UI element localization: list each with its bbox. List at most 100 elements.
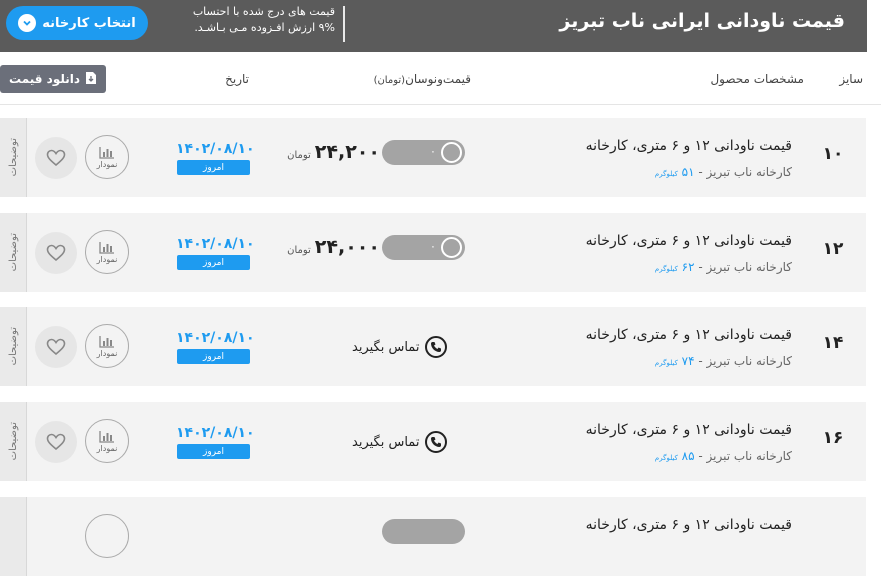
weight-unit: کیلوگرم	[654, 359, 678, 367]
description-tab-label: توضیحات	[7, 138, 19, 177]
table-row: توضیحات نمودار ۱۴۰۲/۰۸/۱۰ امروز ۲۴,۲۰۰ ت…	[0, 118, 866, 197]
price-chart-label: نمودار	[96, 443, 118, 453]
phone-icon	[425, 431, 448, 453]
column-header-date: تاریخ	[225, 72, 249, 86]
header-divider	[343, 6, 345, 42]
column-header-price-unit: (تومان)	[373, 75, 406, 86]
price-change-indicator: ۰	[382, 235, 465, 260]
favorite-button[interactable]	[35, 326, 77, 368]
product-weight: ۶۲	[681, 260, 695, 274]
favorite-button[interactable]	[35, 421, 77, 463]
row-size: ۱۴	[822, 333, 844, 353]
description-tab-label: توضیحات	[7, 327, 19, 366]
vat-note-line-1: قیمت های درج شده با احتساب	[192, 5, 335, 18]
page-title: قیمت ناودانی ایرانی ناب تبریز	[559, 10, 845, 32]
factory-name: کارخانه ناب تبریز -	[694, 354, 792, 368]
row-price: ۲۴,۲۰۰ تومان	[287, 141, 380, 163]
product-subtitle: کارخانه ناب تبریز - ۶۲ کیلوگرم	[655, 260, 792, 274]
download-price-button[interactable]: دانلود قیمت	[0, 65, 106, 93]
price-chart-label: نمودار	[96, 348, 118, 358]
table-row: توضیحات نمودار ۱۴۰۲/۰۸/۱۰ امروز ۲۴,۰۰۰ ت…	[0, 213, 866, 292]
bar-chart-icon	[99, 335, 114, 348]
call-for-price-label: تماس بگیرید	[352, 434, 420, 450]
row-date: ۱۴۰۲/۰۸/۱۰	[176, 425, 255, 441]
table-row: توضیحات نمودار ۱۴۰۲/۰۸/۱۰ امروز تماس بگی…	[0, 402, 866, 481]
price-chart-button[interactable]: نمودار	[85, 324, 129, 368]
column-header-size: سایز	[839, 72, 863, 86]
download-price-label: دانلود قیمت	[8, 72, 81, 86]
change-knob	[441, 142, 462, 163]
today-badge: امروز	[177, 160, 250, 175]
row-date: ۱۴۰۲/۰۸/۱۰	[176, 330, 255, 346]
call-for-price[interactable]: تماس بگیرید	[352, 336, 448, 358]
header-divider-line	[0, 104, 881, 105]
description-tab-label: توضیحات	[7, 233, 19, 272]
description-tab-label-wrap: توضیحات	[0, 402, 26, 481]
weight-unit: کیلوگرم	[654, 454, 678, 462]
row-date: ۱۴۰۲/۰۸/۱۰	[176, 236, 255, 252]
column-header-price-label: قیمت‌ونوسان	[405, 72, 471, 86]
call-for-price[interactable]: تماس بگیرید	[352, 431, 448, 453]
price-value: ۲۴,۲۰۰	[314, 141, 380, 163]
change-value: ۰	[430, 240, 436, 253]
select-factory-button[interactable]: انتخاب کارخانه	[6, 6, 148, 40]
description-tab-label: توضیحات	[7, 422, 19, 461]
description-tab[interactable]	[0, 497, 27, 576]
change-knob	[441, 237, 462, 258]
heart-icon	[46, 433, 66, 451]
bar-chart-icon	[99, 146, 114, 159]
product-name[interactable]: قیمت ناودانی ۱۲ و ۶ متری، کارخانه	[586, 327, 792, 343]
table-row: توضیحات نمودار ۱۴۰۲/۰۸/۱۰ امروز تماس بگی…	[0, 307, 866, 386]
description-tab-label-wrap: توضیحات	[0, 118, 26, 197]
weight-unit: کیلوگرم	[654, 265, 678, 273]
price-chart-button[interactable]	[85, 514, 129, 558]
product-name[interactable]: قیمت ناودانی ۱۲ و ۶ متری، کارخانه	[586, 233, 792, 249]
price-chart-button[interactable]: نمودار	[85, 135, 129, 179]
factory-name: کارخانه ناب تبریز -	[694, 165, 792, 179]
table-row: قیمت ناودانی ۱۲ و ۶ متری، کارخانه	[0, 497, 866, 576]
price-chart-button[interactable]: نمودار	[85, 419, 129, 463]
product-weight: ۸۵	[681, 449, 695, 463]
row-size: ۱۶	[822, 428, 844, 448]
price-chart-button[interactable]: نمودار	[85, 230, 129, 274]
price-chart-label: نمودار	[96, 159, 118, 169]
favorite-button[interactable]	[35, 137, 77, 179]
change-value: ۰	[430, 145, 436, 158]
product-subtitle: کارخانه ناب تبریز - ۷۴ کیلوگرم	[655, 354, 792, 368]
today-badge: امروز	[177, 255, 250, 270]
download-icon	[85, 71, 97, 88]
today-badge: امروز	[177, 349, 250, 364]
today-badge: امروز	[177, 444, 250, 459]
product-weight: ۵۱	[681, 165, 695, 179]
product-subtitle: کارخانه ناب تبریز - ۸۵ کیلوگرم	[655, 449, 792, 463]
heart-icon	[46, 149, 66, 167]
price-change-indicator: ۰	[382, 140, 465, 165]
product-name[interactable]: قیمت ناودانی ۱۲ و ۶ متری، کارخانه	[586, 517, 792, 533]
heart-icon	[46, 244, 66, 262]
phone-icon	[425, 336, 448, 358]
product-name[interactable]: قیمت ناودانی ۱۲ و ۶ متری، کارخانه	[586, 138, 792, 154]
price-currency: تومان	[287, 150, 311, 161]
bar-chart-icon	[99, 430, 114, 443]
description-tab-label-wrap: توضیحات	[0, 307, 26, 386]
column-header-price: قیمت‌ونوسان(تومان)	[374, 72, 471, 86]
price-currency: تومان	[287, 245, 311, 256]
call-for-price-label: تماس بگیرید	[352, 339, 420, 355]
chevron-down-icon	[18, 14, 37, 32]
product-subtitle: کارخانه ناب تبریز - ۵۱ کیلوگرم	[655, 165, 792, 179]
price-chart-label: نمودار	[96, 254, 118, 264]
vat-note: قیمت های درج شده با احتساب ۹% ارزش افـزو…	[167, 4, 335, 36]
vat-note-line-2: ۹% ارزش افـزوده مـی بـاشـد.	[194, 21, 335, 34]
row-size: ۱۰	[822, 144, 844, 164]
weight-unit: کیلوگرم	[654, 170, 678, 178]
row-price: ۲۴,۰۰۰ تومان	[287, 236, 380, 258]
row-size: ۱۲	[822, 239, 844, 259]
factory-name: کارخانه ناب تبریز -	[694, 260, 792, 274]
select-factory-label: انتخاب کارخانه	[42, 15, 136, 31]
row-date: ۱۴۰۲/۰۸/۱۰	[176, 141, 255, 157]
product-name[interactable]: قیمت ناودانی ۱۲ و ۶ متری، کارخانه	[586, 422, 792, 438]
product-weight: ۷۴	[681, 354, 695, 368]
bar-chart-icon	[99, 241, 114, 254]
favorite-button[interactable]	[35, 232, 77, 274]
price-value: ۲۴,۰۰۰	[314, 236, 380, 258]
